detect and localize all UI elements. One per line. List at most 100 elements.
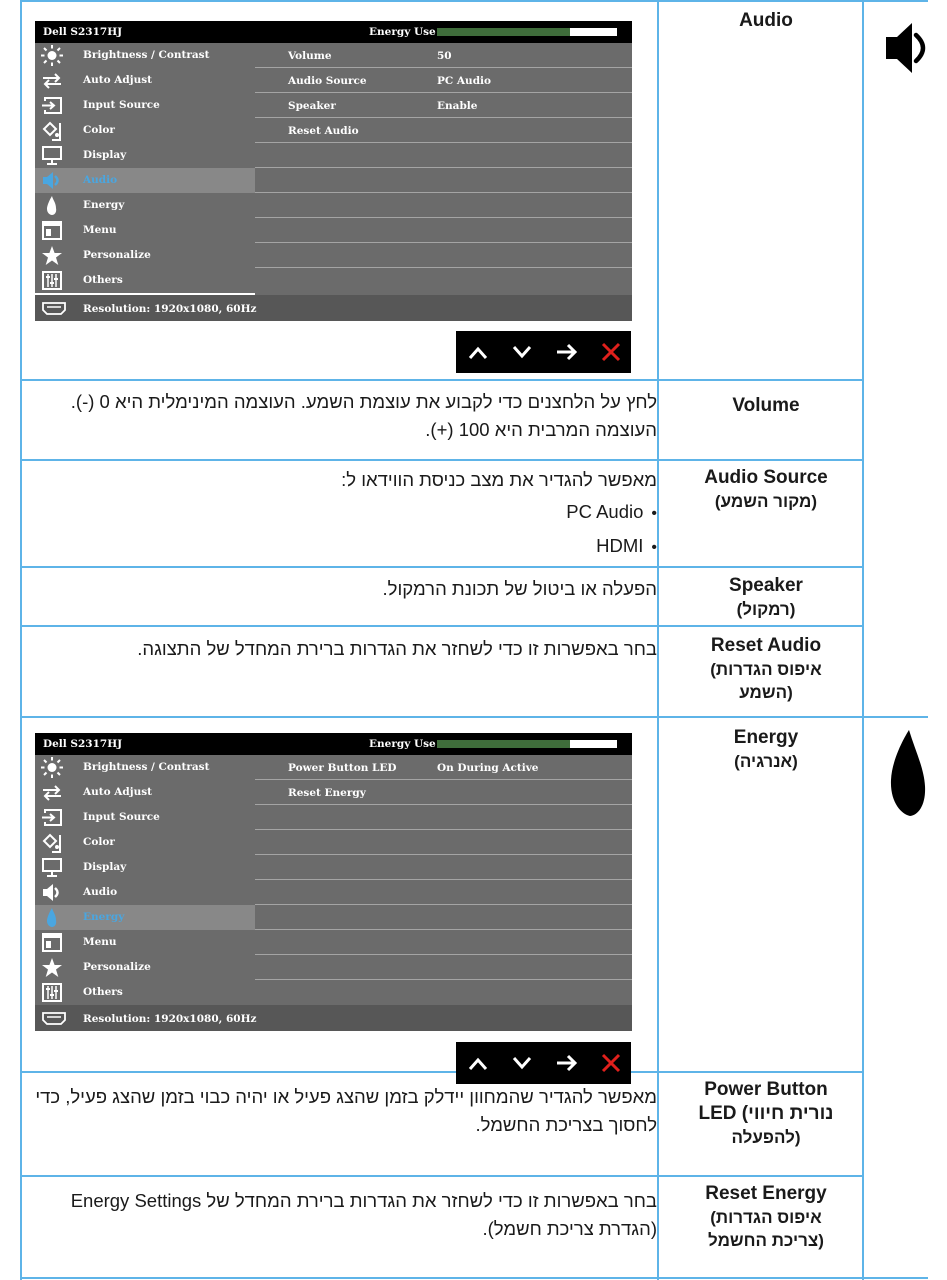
swap-arrows-icon [43,785,61,801]
table-rule [20,0,928,2]
audio-source-text: מאפשר להגדיר את מצב כניסת הווידאו ל: [341,469,657,490]
submenu-row-empty [255,218,632,243]
submenu-row-reset-energy[interactable]: Reset Energy [255,780,632,805]
osd-footer: Resolution: 1920x1080, 60Hz [35,1005,632,1031]
menu-item-auto-adjust[interactable]: Auto Adjust [35,780,255,805]
submenu-row-empty [255,193,632,218]
submenu-value: 50 [437,50,452,62]
monitor-icon [42,146,62,165]
menu-item-others[interactable]: Others [35,268,255,293]
row-label-reset-audio: Reset Audio (איפוס הגדרות השמע) [710,635,822,702]
row-label-power-button-led: Power Button LED (נורית חיווי להפעלה) [698,1079,834,1147]
osd-model-name: Dell S2317HJ [43,26,123,38]
close-icon[interactable] [593,1042,629,1084]
leaf-flame-icon [890,730,926,816]
osd-main-menu: Brightness / Contrast Auto Adjust Input … [35,43,255,293]
submenu-label: Power Button LED [288,762,397,774]
menu-item-input-source[interactable]: Input Source [35,805,255,830]
menu-item-label: Personalize [83,961,151,973]
menu-item-label: Display [83,861,127,873]
submenu-row-empty [255,805,632,830]
swap-arrows-icon [43,73,61,89]
menu-item-label: Energy [83,199,125,211]
menu-item-label: Energy [83,911,125,923]
submenu-row-power-button-led[interactable]: Power Button LED On During Active [255,755,632,780]
table-rule [20,1175,862,1177]
menu-item-menu[interactable]: Menu [35,930,255,955]
menu-item-label: Menu [83,224,117,236]
menu-item-label: Others [83,986,123,998]
menu-item-menu[interactable]: Menu [35,218,255,243]
menu-item-label: Color [83,836,115,848]
energy-use-bar-fill [437,28,571,36]
audio-source-options: PC Audio HDMI [42,498,657,562]
submenu-row-volume[interactable]: Volume 50 [255,43,632,68]
sliders-icon [42,271,62,290]
menu-item-display[interactable]: Display [35,143,255,168]
submenu-row-audio-source[interactable]: Audio Source PC Audio [255,68,632,93]
osd-main-menu: Brightness / Contrast Auto Adjust Input … [35,755,255,1005]
osd-header: Dell S2317HJ Energy Use [35,733,632,755]
down-arrow-icon[interactable] [504,1042,540,1084]
list-item: HDMI [42,532,657,562]
osd-energy-use-label: Energy Use [369,738,436,750]
menu-item-personalize[interactable]: Personalize [35,955,255,980]
menu-item-audio[interactable]: Audio [35,168,255,193]
osd-energy-use-label: Energy Use [369,26,436,38]
row-label-energy: Energy (אנרגיה) [733,727,799,771]
right-arrow-icon[interactable] [549,1042,585,1084]
menu-item-energy[interactable]: Energy [35,905,255,930]
resolution-text: Resolution: 1920x1080, 60Hz [83,1013,257,1025]
osd-nav-buttons [456,1042,631,1084]
menu-item-auto-adjust[interactable]: Auto Adjust [35,68,255,93]
osd-model-name: Dell S2317HJ [43,738,123,750]
right-arrow-icon[interactable] [549,331,585,373]
submenu-row-empty [255,855,632,880]
submenu-row-speaker[interactable]: Speaker Enable [255,93,632,118]
row-label-audio-source: Audio Source (מקור השמע) [704,467,828,511]
color-bucket-icon [42,121,61,141]
hdmi-port-icon [42,1012,66,1025]
down-arrow-icon[interactable] [504,331,540,373]
menu-item-label: Input Source [83,99,160,111]
menu-item-energy[interactable]: Energy [35,193,255,218]
leaf-flame-icon [47,908,57,927]
monitor-icon [42,858,62,877]
menu-item-label: Audio [83,174,118,186]
table-rule [20,1071,862,1073]
menu-item-color[interactable]: Color [35,830,255,855]
power-button-led-description: מאפשר להגדיר שהמחוון יידלק בזמן שהצג פעי… [35,1086,657,1135]
submenu-row-empty [255,243,632,268]
speaker-description: הפעלה או ביטול של תכונת הרמקול. [382,578,657,599]
up-arrow-icon[interactable] [460,1042,496,1084]
menu-item-others[interactable]: Others [35,980,255,1005]
star-icon [42,958,62,977]
table-rule [20,625,862,627]
submenu-row-empty [255,143,632,168]
menu-item-color[interactable]: Color [35,118,255,143]
submenu-row-reset-audio[interactable]: Reset Audio [255,118,632,143]
submenu-row-empty [255,930,632,955]
menu-item-label: Menu [83,936,117,948]
close-icon[interactable] [593,331,629,373]
osd-menu-energy: Dell S2317HJ Energy Use Brightness / Con… [35,733,632,1033]
speaker-icon [43,172,59,189]
menu-item-label: Brightness / Contrast [83,49,210,61]
up-arrow-icon[interactable] [460,331,496,373]
menu-item-brightness-contrast[interactable]: Brightness / Contrast [35,755,255,780]
sun-icon [41,757,63,778]
hdmi-port-icon [42,302,66,315]
table-rule [20,379,862,381]
menu-item-label: Color [83,124,115,136]
sun-icon [41,45,63,66]
menu-item-label: Audio [83,886,118,898]
speaker-icon [43,884,59,901]
menu-item-input-source[interactable]: Input Source [35,93,255,118]
menu-item-display[interactable]: Display [35,855,255,880]
menu-item-brightness-contrast[interactable]: Brightness / Contrast [35,43,255,68]
table-border-right [862,0,864,1280]
volume-description: לחץ על הלחצנים כדי לקבוע את עוצמת השמע. … [70,391,657,440]
menu-item-audio[interactable]: Audio [35,880,255,905]
submenu-value: On During Active [437,762,539,774]
menu-item-personalize[interactable]: Personalize [35,243,255,268]
